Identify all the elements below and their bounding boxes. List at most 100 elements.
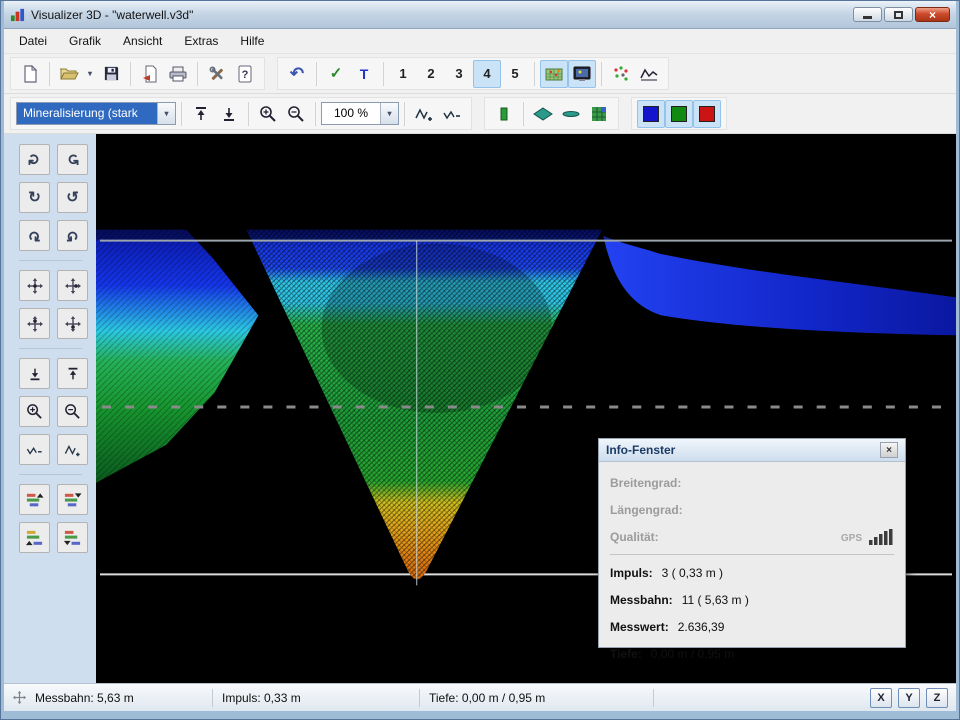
view-5-button[interactable]: 5 (501, 60, 529, 88)
info-window-separator (610, 554, 894, 555)
open-folder-icon (60, 68, 79, 79)
pan-up-button[interactable] (19, 308, 50, 339)
pan-right-button[interactable] (57, 270, 88, 301)
menu-extras[interactable]: Extras (173, 30, 229, 52)
menu-hilfe[interactable]: Hilfe (229, 30, 275, 52)
tile-3d-button[interactable] (529, 100, 557, 128)
color-blue-button[interactable] (637, 99, 665, 128)
rotate-z-cw-button[interactable]: ↻ (19, 220, 50, 251)
zoom-out-icon (288, 105, 304, 122)
check-curve-icon: ✓ (329, 65, 343, 82)
peak-remove-button[interactable] (438, 100, 466, 128)
layers-down-icon (64, 493, 82, 507)
open-file-button[interactable] (55, 60, 83, 88)
minimize-icon (863, 15, 872, 19)
rotate-y-cw-button[interactable]: ↻ (19, 182, 50, 213)
tiefe-label: Tiefe: (610, 646, 642, 661)
axis-z-button[interactable]: Z (926, 687, 948, 708)
pan-left-button[interactable] (19, 270, 50, 301)
info-window-close-button[interactable]: × (880, 442, 898, 458)
curve-sharpen-button[interactable] (57, 434, 88, 465)
maximize-button[interactable] (884, 7, 913, 22)
menu-ansicht[interactable]: Ansicht (112, 30, 173, 52)
qualitaet-label: Qualität: (610, 529, 659, 544)
profile-view-button[interactable] (635, 60, 663, 88)
open-dropdown-button[interactable]: ▾ (83, 60, 97, 88)
to-top-button[interactable] (187, 100, 215, 128)
flat-plane-button[interactable] (557, 100, 585, 128)
menu-grafik[interactable]: Grafik (58, 30, 112, 52)
blue-swatch-icon (643, 105, 659, 122)
rotate-z-ccw-button[interactable]: ↺ (57, 220, 88, 251)
minimize-button[interactable] (853, 7, 882, 22)
rotate-x-cw-button[interactable]: ↻ (19, 144, 50, 175)
sidebar-zoom-out-button[interactable] (57, 396, 88, 427)
info-window-titlebar[interactable]: Info-Fenster × (599, 439, 905, 462)
axis-y-button[interactable]: Y (898, 687, 920, 708)
to-bottom-button[interactable] (215, 100, 243, 128)
zoom-in-button[interactable] (254, 100, 282, 128)
zoom-level-arrow[interactable]: ▾ (380, 103, 398, 124)
menu-datei[interactable]: Datei (8, 30, 58, 52)
window-controls: × (853, 7, 950, 22)
settings-tools-button[interactable] (203, 60, 231, 88)
rotate-x-ccw-button[interactable]: ↺ (57, 144, 88, 175)
arrow-to-top-icon (196, 106, 206, 120)
curve-flatten-button[interactable] (19, 434, 50, 465)
title-bar: Visualizer 3D - "waterwell.v3d" × (4, 1, 956, 29)
undo-button[interactable]: ↶ (283, 60, 311, 88)
layer-up-a-button[interactable] (19, 484, 50, 515)
status-bar: Messbahn: 5,63 m Impuls: 0,33 m Tiefe: 0… (4, 683, 956, 711)
view-1-button[interactable]: 1 (389, 60, 417, 88)
messwert-value: 2.636,39 (677, 619, 725, 634)
rotate-ccw-icon: ↺ (66, 227, 79, 244)
layer-select-arrow[interactable]: ▾ (157, 103, 175, 124)
status-separator (419, 688, 420, 707)
tools-icon (209, 65, 223, 80)
align-bottom-button[interactable] (19, 358, 50, 389)
pan-down-button[interactable] (57, 308, 88, 339)
help-icon: ? (238, 65, 252, 82)
rotate-cw-icon: ↻ (28, 189, 41, 206)
layer-select[interactable]: Mineralisierung (stark ▾ (16, 102, 176, 125)
sidebar-zoom-in-button[interactable] (19, 396, 50, 427)
color-green-button[interactable] (665, 99, 693, 128)
layer-down-a-button[interactable] (57, 484, 88, 515)
sidebar-separator (19, 348, 82, 349)
new-file-button[interactable] (16, 60, 44, 88)
align-top-button[interactable] (57, 358, 88, 389)
export-button[interactable] (136, 60, 164, 88)
terrain-view-button[interactable] (540, 59, 568, 88)
point-view-button[interactable] (607, 60, 635, 88)
layer-up-b-button[interactable] (19, 522, 50, 553)
grid-mode-button[interactable] (585, 100, 613, 128)
view-2-button[interactable]: 2 (417, 60, 445, 88)
zoom-level-value: 100 % (333, 106, 369, 120)
curve-minus-icon (26, 446, 42, 455)
separator (523, 101, 524, 126)
screen-view-button[interactable] (568, 59, 596, 88)
tile-3d-icon (533, 106, 553, 121)
peak-add-button[interactable] (410, 100, 438, 128)
zoom-out-button[interactable] (282, 100, 310, 128)
rotate-y-ccw-button[interactable]: ↺ (57, 182, 88, 213)
content-area: ↻ ↺ ↻ ↺ ↻ ↺ Info-Fenster × Breitengrad: … (4, 134, 956, 683)
view-4-button[interactable]: 4 (473, 59, 501, 88)
arrow-to-top-icon (68, 367, 77, 379)
axis-x-button[interactable]: X (870, 687, 892, 708)
layer-down-b-button[interactable] (57, 522, 88, 553)
print-button[interactable] (164, 60, 192, 88)
close-button[interactable]: × (915, 7, 950, 22)
marker-check-button[interactable]: ✓ (322, 60, 350, 88)
view-3-button[interactable]: 3 (445, 60, 473, 88)
save-button[interactable] (97, 60, 125, 88)
color-red-button[interactable] (693, 99, 721, 128)
render-canvas[interactable]: Info-Fenster × Breitengrad: Längengrad: … (96, 134, 956, 683)
help-button[interactable]: ? (231, 60, 259, 88)
impuls-row: Impuls: 3 ( 0,33 m ) (610, 559, 894, 586)
zoom-level-select[interactable]: 100 % ▾ (321, 102, 399, 125)
separator (197, 61, 198, 86)
column-mode-button[interactable] (490, 100, 518, 128)
zoom-out-icon (65, 404, 80, 419)
marker-t-button[interactable]: T (350, 60, 378, 88)
